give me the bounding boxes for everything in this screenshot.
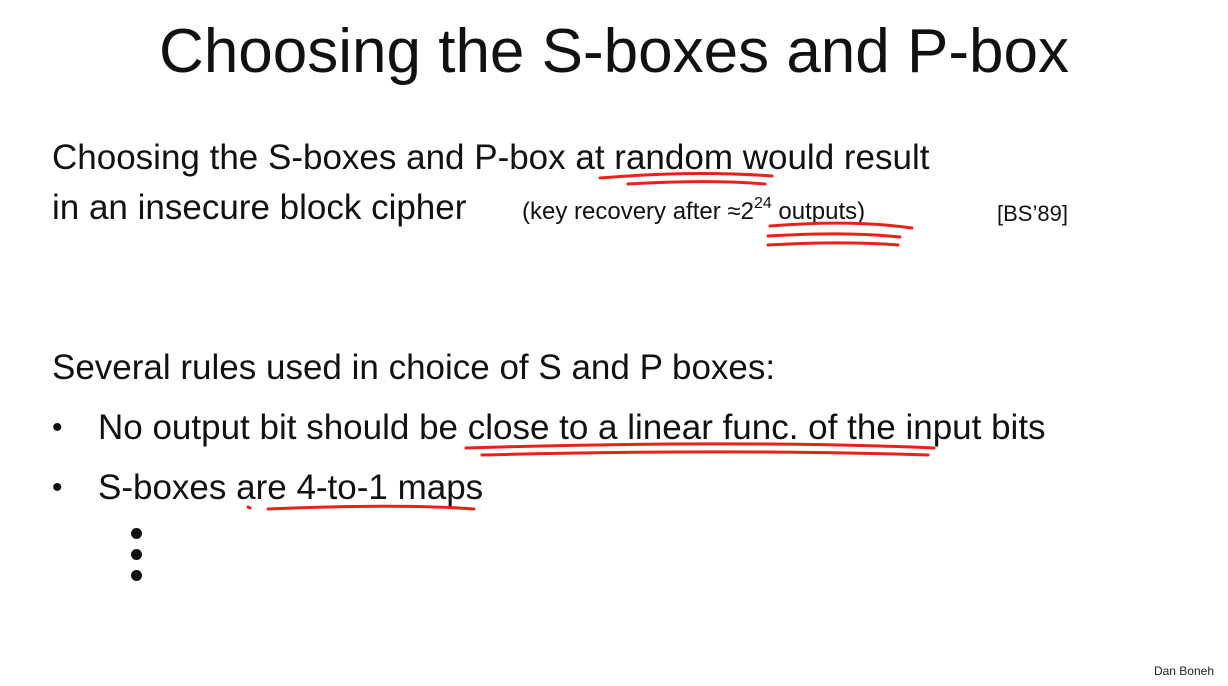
rules-heading: Several rules used in choice of S and P … (52, 348, 776, 387)
underline-approx-2 (766, 232, 902, 239)
rule-2-highlight: 4-to-1 maps (296, 468, 484, 507)
slide-title: Choosing the S-boxes and P-box (159, 17, 1069, 86)
rule-1-start: No output bit should (98, 408, 420, 447)
intro-line-1: Choosing the S-boxes and P-box at random… (52, 136, 929, 180)
key-recovery-exponent: 24 (753, 195, 772, 212)
rule-2-start: S-boxes are (98, 468, 297, 507)
intro-line-1-start: Choosing the S-boxes and P-box (52, 138, 576, 177)
key-recovery-start: (key recovery after (522, 198, 728, 225)
author-footer: Dan Boneh (1153, 664, 1214, 678)
underline-linear-func-2 (480, 450, 930, 457)
intro-line-1-end: would result (732, 138, 930, 177)
continuation-dot-2 (131, 549, 142, 560)
bullet-marker-2: • (52, 471, 63, 504)
citation: [BS’89] (997, 201, 1068, 226)
slide: Choosing the S-boxes and P-box Choosing … (0, 0, 1228, 686)
pen-annotations (246, 172, 936, 511)
continuation-dot-1 (131, 528, 142, 539)
key-recovery-end: outputs) (771, 198, 866, 225)
key-recovery-note: (key recovery after ≈224 outputs) (522, 190, 865, 234)
key-recovery-approx: ≈2 (727, 198, 754, 225)
continuation-dot-3 (131, 570, 142, 581)
rule-1-highlight: be close to a linear func. of the (419, 408, 896, 447)
rule-1-end: input bits (895, 408, 1046, 447)
rule-item-2: S-boxes are 4-to-1 maps (98, 466, 483, 510)
rule-item-1: No output bit should be close to a linea… (98, 406, 1046, 450)
intro-line-2: in an insecure block cipher (52, 186, 466, 230)
underline-approx-3 (766, 241, 900, 247)
intro-highlight-at-random: at random (575, 138, 733, 177)
bullet-marker-1: • (52, 411, 63, 444)
underline-at-random-2 (626, 180, 767, 186)
intro-line-2-text: in an insecure block cipher (52, 188, 467, 227)
